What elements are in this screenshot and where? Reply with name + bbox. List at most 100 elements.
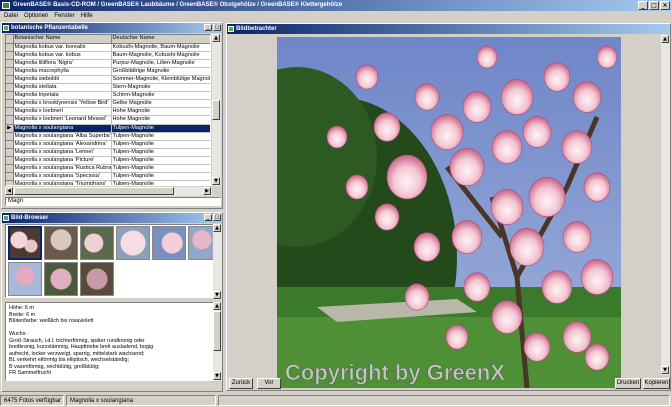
print-button[interactable]: Drucken (615, 378, 641, 389)
cell-german-name[interactable]: Tulpen-Magnolie (111, 124, 210, 133)
scroll-up-icon[interactable]: ▲ (212, 34, 220, 42)
row-indicator[interactable] (6, 99, 14, 109)
cell-botanical-name[interactable]: Magnolia kobus var. kobus (13, 51, 112, 60)
browser-minimize-button[interactable]: _ (204, 214, 212, 221)
table-row[interactable]: Magnolia sieboldii Sommer-Magnolie, Klein… (6, 75, 210, 85)
row-indicator[interactable] (6, 91, 14, 101)
scroll-left-icon[interactable]: ◀ (5, 187, 13, 195)
thumbnail[interactable] (116, 226, 150, 260)
cell-botanical-name[interactable]: Magnolia x soulangiana 'Picture' (13, 156, 112, 166)
table-row[interactable]: Magnolia x soulangiana 'Speciosa' Tulpen-… (6, 172, 210, 182)
thumbnail[interactable] (44, 262, 78, 296)
cell-german-name[interactable]: Hohe Magnolie (111, 115, 210, 125)
row-indicator[interactable] (6, 51, 14, 60)
table-row[interactable]: Magnolia kobus var. kobus Baum-Magnolie, … (6, 51, 210, 60)
row-indicator[interactable] (6, 67, 14, 76)
table-row[interactable]: Magnolia x soulangiana 'Rustica Rubra' Tu… (6, 164, 210, 174)
cell-botanical-name[interactable]: Magnolia x soulangiana 'Rustica Rubra' (13, 164, 112, 174)
cell-german-name[interactable]: Tulpen-Magnolie (111, 132, 210, 141)
cell-german-name[interactable]: Baum-Magnolie, Kobushi-Magnolie (111, 51, 210, 60)
cell-botanical-name[interactable]: Magnolia x soulangiana (13, 124, 112, 133)
cell-german-name[interactable]: Schirm-Magnolie (111, 91, 210, 101)
cell-german-name[interactable]: Purpur-Magnolie, Lilien-Magnolie (111, 59, 210, 68)
cell-botanical-name[interactable]: Magnolia tripetala (13, 91, 112, 101)
table-row[interactable]: Magnolia macrophylla Großblättrige Magnol… (6, 67, 210, 76)
thumbnail[interactable] (8, 262, 42, 296)
row-indicator[interactable] (6, 115, 14, 125)
table-row[interactable]: Magnolia x soulangiana 'Alba Superba' Tul… (6, 132, 210, 141)
menu-file[interactable]: Datei (1, 11, 21, 21)
table-row[interactable]: Magnolia tripetala Schirm-Magnolie (6, 91, 210, 101)
table-row[interactable]: Magnolia x soulangiana 'Picture' Tulpen-M… (6, 156, 210, 166)
maximize-button[interactable]: □ (649, 1, 659, 10)
cell-german-name[interactable]: Stern-Magnolie (111, 83, 210, 93)
cell-botanical-name[interactable]: Magnolia x loebneri (13, 107, 112, 117)
scroll-down-icon[interactable]: ▼ (212, 177, 220, 185)
table-row[interactable]: Magnolia x soulangiana 'Triumphans' Tulpe… (6, 180, 210, 185)
back-button[interactable]: Zurück (229, 378, 253, 389)
scroll-thumb[interactable] (212, 100, 220, 120)
table-row[interactable]: Magnolia liliiflora 'Nigra' Purpur-Magnol… (6, 59, 210, 68)
row-indicator[interactable] (6, 148, 14, 157)
cell-botanical-name[interactable]: Magnolia liliiflora 'Nigra' (13, 59, 112, 68)
info-vscroll[interactable]: ▲ ▼ (213, 302, 222, 381)
row-indicator[interactable] (6, 132, 14, 141)
row-indicator[interactable] (6, 43, 14, 52)
row-indicator[interactable] (6, 107, 14, 117)
row-indicator[interactable] (6, 156, 14, 166)
table-row[interactable]: Magnolia stellata Stern-Magnolie (6, 83, 210, 93)
cell-german-name[interactable]: Gelbe Magnolie (111, 99, 210, 109)
thumbnail[interactable] (152, 226, 186, 260)
cell-botanical-name[interactable]: Magnolia macrophylla (13, 67, 112, 76)
cell-german-name[interactable]: Hohe Magnolie (111, 107, 210, 117)
table-row[interactable]: Magnolia x soulangiana 'Alexandrina' Tulp… (6, 140, 210, 149)
row-indicator[interactable] (6, 172, 14, 182)
cell-german-name[interactable]: Großblättrige Magnolie (111, 67, 210, 76)
scroll-down-icon[interactable]: ▼ (213, 291, 221, 299)
cell-botanical-name[interactable]: Magnolia x brooklynensis 'Yellow Bird' (13, 99, 112, 109)
panel-minimize-button[interactable]: _ (204, 24, 212, 31)
row-indicator[interactable] (6, 180, 14, 185)
cell-german-name[interactable]: Tulpen-Magnolie (111, 140, 210, 149)
column-header-german[interactable]: Deutscher Name (111, 35, 210, 44)
minimize-button[interactable]: _ (638, 1, 648, 10)
row-indicator[interactable] (6, 83, 14, 93)
table-row[interactable]: Magnolia x brooklynensis 'Yellow Bird' Ge… (6, 99, 210, 109)
copy-button[interactable]: Kopieren (643, 378, 670, 389)
row-indicator[interactable] (6, 164, 14, 174)
forward-button[interactable]: Vor (257, 378, 281, 389)
cell-botanical-name[interactable]: Magnolia x soulangiana 'Alba Superba' (13, 132, 112, 141)
cell-botanical-name[interactable]: Magnolia stellata (13, 83, 112, 93)
cell-botanical-name[interactable]: Magnolia x soulangiana 'Alexandrina' (13, 140, 112, 149)
table-row[interactable]: Magnolia kobus var. borealis Kobushi-Magn… (6, 43, 210, 52)
row-indicator[interactable] (6, 59, 14, 68)
cell-botanical-name[interactable]: Magnolia sieboldii (13, 75, 112, 85)
row-pointer-icon[interactable]: ▶ (6, 124, 14, 133)
plant-table-hscroll[interactable]: ◀ ▶ (5, 187, 212, 196)
scroll-down-icon[interactable]: ▼ (661, 366, 669, 374)
menu-options[interactable]: Optionen (21, 11, 51, 21)
cell-botanical-name[interactable]: Magnolia x loebneri 'Leonard Messel' (13, 115, 112, 125)
menu-window[interactable]: Fenster (51, 11, 77, 21)
panel-maximize-button[interactable]: □ (213, 24, 221, 31)
thumbnail[interactable] (8, 226, 42, 260)
row-indicator[interactable] (6, 75, 14, 85)
cell-german-name[interactable]: Tulpen-Magnolie (111, 148, 210, 157)
thumbnail[interactable] (80, 226, 114, 260)
scroll-right-icon[interactable]: ▶ (203, 187, 211, 195)
column-header-botanical[interactable]: Botanischer Name (13, 35, 112, 44)
cell-botanical-name[interactable]: Magnolia x soulangiana 'Lennei' (13, 148, 112, 157)
thumbnail-vscroll[interactable]: ▲ ▼ (213, 224, 222, 300)
table-row[interactable]: ▶ Magnolia x soulangiana Tulpen-Magnolie (6, 124, 210, 133)
row-indicator[interactable] (6, 140, 14, 149)
hscroll-thumb[interactable] (14, 187, 174, 195)
cell-german-name[interactable]: Tulpen-Magnolie (111, 172, 210, 182)
scroll-up-icon[interactable]: ▲ (213, 224, 221, 232)
cell-german-name[interactable]: Tulpen-Magnolie (111, 180, 210, 185)
info-scroll-thumb[interactable] (213, 311, 221, 351)
close-button[interactable]: × (660, 1, 670, 10)
cell-german-name[interactable]: Sommer-Magnolie, Kleinblütige Magnolie (111, 75, 210, 85)
table-row[interactable]: Magnolia x soulangiana 'Lennei' Tulpen-Ma… (6, 148, 210, 157)
cell-german-name[interactable]: Kobushi-Magnolie, Baum-Magnolie (111, 43, 210, 52)
scroll-down-icon[interactable]: ▼ (213, 372, 221, 380)
